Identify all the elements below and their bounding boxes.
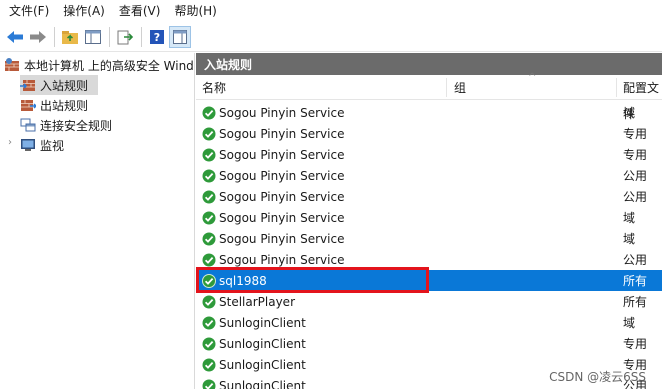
connection-security-icon xyxy=(20,117,36,133)
column-divider[interactable] xyxy=(446,78,447,97)
watermark: CSDN @凌云6SS xyxy=(549,370,646,384)
column-header-row: 名称 组 ^ 配置文件 xyxy=(196,72,662,121)
rule-profile: 域 xyxy=(623,106,636,120)
enabled-check-icon xyxy=(202,190,216,203)
rule-profile: 公用 xyxy=(623,253,648,267)
forward-icon[interactable] xyxy=(27,26,49,48)
table-row[interactable]: SunloginClient 专用 xyxy=(196,333,662,354)
column-profile[interactable]: 配置文件 xyxy=(617,75,662,121)
enabled-check-icon xyxy=(202,232,216,245)
firewall-icon xyxy=(4,57,20,73)
rule-profile: 所有 xyxy=(623,274,648,288)
rule-name: SunloginClient xyxy=(219,315,306,330)
svg-text:?: ? xyxy=(154,31,160,44)
rule-profile: 专用 xyxy=(623,337,648,351)
rule-name: Sogou Pinyin Service xyxy=(219,189,345,204)
chevron-right-icon[interactable]: › xyxy=(8,137,12,148)
tree-item-outbound-rules[interactable]: 出站规则 xyxy=(20,95,88,115)
inbound-rules-icon xyxy=(20,77,36,93)
rule-name: Sogou Pinyin Service xyxy=(219,231,345,246)
rule-name: Sogou Pinyin Service xyxy=(219,126,345,141)
enabled-check-icon xyxy=(202,253,216,266)
tree-item-monitoring[interactable]: 监视 xyxy=(20,135,64,155)
rule-profile: 域 xyxy=(623,211,636,225)
tree-item-label: 监视 xyxy=(40,138,65,153)
table-row[interactable]: Sogou Pinyin Service 公用 xyxy=(196,165,662,186)
rule-profile: 专用 xyxy=(623,127,648,141)
rule-name: StellarPlayer xyxy=(219,294,296,309)
rule-profile: 所有 xyxy=(623,295,648,309)
table-row[interactable]: Sogou Pinyin Service 公用 xyxy=(196,186,662,207)
rule-name: Sogou Pinyin Service xyxy=(219,168,345,183)
table-row[interactable]: Sogou Pinyin Service 专用 xyxy=(196,123,662,144)
enabled-check-icon xyxy=(202,148,216,161)
rule-profile: 专用 xyxy=(623,148,648,162)
enabled-check-icon xyxy=(202,295,216,308)
red-highlight-annotation xyxy=(196,267,429,293)
monitor-icon xyxy=(20,137,36,153)
sort-caret-icon: ^ xyxy=(528,72,537,83)
menu-bar: 文件(F) 操作(A) 查看(V) 帮助(H) xyxy=(0,0,662,22)
toolbar-separator xyxy=(109,26,110,47)
properties-pane-icon[interactable] xyxy=(169,25,191,48)
column-group[interactable]: 组 xyxy=(448,75,466,100)
outbound-rules-icon xyxy=(20,97,36,113)
toolbar: ? xyxy=(0,22,662,52)
back-icon[interactable] xyxy=(4,26,26,48)
rule-profile: 公用 xyxy=(623,169,648,183)
table-row[interactable]: Sogou Pinyin Service 专用 xyxy=(196,144,662,165)
up-folder-icon[interactable] xyxy=(59,26,81,48)
toolbar-separator xyxy=(54,26,55,47)
tree-item-label: 出站规则 xyxy=(40,98,89,113)
toolbar-separator xyxy=(141,26,142,47)
enabled-check-icon xyxy=(202,211,216,224)
rule-name: SunloginClient xyxy=(219,378,306,389)
rule-profile: 公用 xyxy=(623,190,648,204)
enabled-check-icon xyxy=(202,316,216,329)
enabled-check-icon xyxy=(202,337,216,350)
menu-help[interactable]: 帮助(H) xyxy=(165,0,221,22)
enabled-check-icon xyxy=(202,358,216,371)
menu-view[interactable]: 查看(V) xyxy=(110,0,166,22)
tree-item-label: 连接安全规则 xyxy=(40,118,113,133)
enabled-check-icon xyxy=(202,169,216,182)
export-list-icon[interactable] xyxy=(114,26,136,48)
rule-name: Sogou Pinyin Service xyxy=(219,147,345,162)
table-row[interactable]: Sogou Pinyin Service 域 xyxy=(196,102,662,123)
rule-name: SunloginClient xyxy=(219,357,306,372)
help-icon[interactable]: ? xyxy=(146,26,168,48)
table-row[interactable]: Sogou Pinyin Service 域 xyxy=(196,228,662,249)
tree-item-connection-security-rules[interactable]: 连接安全规则 xyxy=(20,115,112,135)
show-hide-tree-icon[interactable] xyxy=(82,26,104,48)
menu-action[interactable]: 操作(A) xyxy=(54,0,110,22)
rule-profile: 域 xyxy=(623,316,636,330)
menu-file[interactable]: 文件(F) xyxy=(0,0,54,22)
rule-name: SunloginClient xyxy=(219,336,306,351)
tree-root[interactable]: 本地计算机 上的高级安全 Windows xyxy=(4,55,194,75)
rules-list: Sogou Pinyin Service 域 Sogou Pinyin Serv… xyxy=(196,102,662,389)
enabled-check-icon xyxy=(202,106,216,119)
rule-name: Sogou Pinyin Service xyxy=(219,105,345,120)
tree-item-label: 入站规则 xyxy=(40,78,89,93)
rule-profile: 域 xyxy=(623,232,636,246)
enabled-check-icon xyxy=(202,379,216,389)
enabled-check-icon xyxy=(202,127,216,140)
rules-pane: 入站规则 名称 组 ^ 配置文件 Sogou Pinyin Service 域 … xyxy=(196,53,662,389)
table-row[interactable]: StellarPlayer 所有 xyxy=(196,291,662,312)
table-row[interactable]: Sogou Pinyin Service 域 xyxy=(196,207,662,228)
pane-title: 入站规则 xyxy=(196,53,662,75)
navigation-tree: 本地计算机 上的高级安全 Windows 入站规则 出站规则 连接安全规则 › … xyxy=(0,53,195,389)
tree-item-inbound-rules[interactable]: 入站规则 xyxy=(20,75,98,95)
column-name[interactable]: 名称 xyxy=(196,75,226,100)
tree-root-label: 本地计算机 上的高级安全 Windows xyxy=(24,58,194,73)
rule-name: Sogou Pinyin Service xyxy=(219,252,345,267)
table-row[interactable]: SunloginClient 域 xyxy=(196,312,662,333)
rule-name: Sogou Pinyin Service xyxy=(219,210,345,225)
